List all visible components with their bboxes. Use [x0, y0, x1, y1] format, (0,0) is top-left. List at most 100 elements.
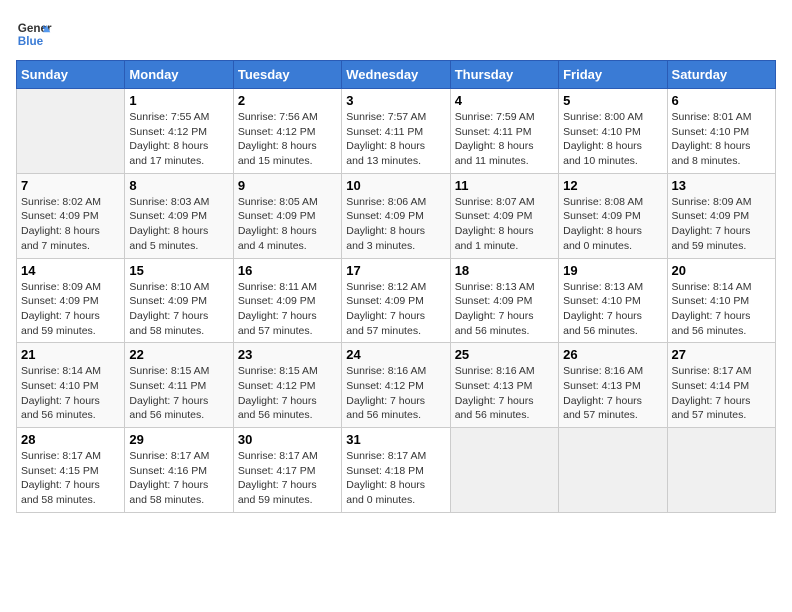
day-info: Sunrise: 8:15 AM Sunset: 4:11 PM Dayligh… — [129, 364, 228, 423]
day-number: 13 — [672, 178, 771, 193]
calendar-cell: 3 Sunrise: 7:57 AM Sunset: 4:11 PM Daylig… — [342, 89, 450, 174]
calendar-cell: 18 Sunrise: 8:13 AM Sunset: 4:09 PM Dayli… — [450, 258, 558, 343]
day-info: Sunrise: 8:14 AM Sunset: 4:10 PM Dayligh… — [21, 364, 120, 423]
day-info: Sunrise: 8:16 AM Sunset: 4:13 PM Dayligh… — [563, 364, 662, 423]
calendar-cell: 7 Sunrise: 8:02 AM Sunset: 4:09 PM Daylig… — [17, 173, 125, 258]
day-info: Sunrise: 8:09 AM Sunset: 4:09 PM Dayligh… — [21, 280, 120, 339]
day-number: 22 — [129, 347, 228, 362]
day-info: Sunrise: 8:03 AM Sunset: 4:09 PM Dayligh… — [129, 195, 228, 254]
week-row-2: 7 Sunrise: 8:02 AM Sunset: 4:09 PM Daylig… — [17, 173, 776, 258]
calendar-cell: 22 Sunrise: 8:15 AM Sunset: 4:11 PM Dayli… — [125, 343, 233, 428]
day-info: Sunrise: 8:13 AM Sunset: 4:10 PM Dayligh… — [563, 280, 662, 339]
calendar-cell: 12Sunrise: 8:08 AM Sunset: 4:09 PM Dayli… — [559, 173, 667, 258]
calendar-cell — [450, 428, 558, 513]
day-number: 9 — [238, 178, 337, 193]
day-number: 27 — [672, 347, 771, 362]
day-info: Sunrise: 8:06 AM Sunset: 4:09 PM Dayligh… — [346, 195, 445, 254]
svg-text:Blue: Blue — [18, 35, 44, 48]
day-info: Sunrise: 8:17 AM Sunset: 4:14 PM Dayligh… — [672, 364, 771, 423]
calendar-cell: 28 Sunrise: 8:17 AM Sunset: 4:15 PM Dayli… — [17, 428, 125, 513]
day-info: Sunrise: 8:09 AM Sunset: 4:09 PM Dayligh… — [672, 195, 771, 254]
column-header-tuesday: Tuesday — [233, 61, 341, 89]
calendar-cell — [17, 89, 125, 174]
column-header-monday: Monday — [125, 61, 233, 89]
day-info: Sunrise: 8:17 AM Sunset: 4:18 PM Dayligh… — [346, 449, 445, 508]
calendar-cell: 16Sunrise: 8:11 AM Sunset: 4:09 PM Dayli… — [233, 258, 341, 343]
calendar-cell: 31 Sunrise: 8:17 AM Sunset: 4:18 PM Dayli… — [342, 428, 450, 513]
calendar-cell: 21 Sunrise: 8:14 AM Sunset: 4:10 PM Dayli… — [17, 343, 125, 428]
day-number: 11 — [455, 178, 554, 193]
week-row-3: 14 Sunrise: 8:09 AM Sunset: 4:09 PM Dayli… — [17, 258, 776, 343]
day-number: 19 — [563, 263, 662, 278]
calendar-cell: 2 Sunrise: 7:56 AM Sunset: 4:12 PM Daylig… — [233, 89, 341, 174]
day-number: 30 — [238, 432, 337, 447]
calendar-cell: 17 Sunrise: 8:12 AM Sunset: 4:09 PM Dayli… — [342, 258, 450, 343]
calendar-cell: 1Sunrise: 7:55 AM Sunset: 4:12 PM Daylig… — [125, 89, 233, 174]
day-number: 6 — [672, 93, 771, 108]
day-info: Sunrise: 8:17 AM Sunset: 4:17 PM Dayligh… — [238, 449, 337, 508]
logo-icon: General Blue — [16, 16, 52, 52]
day-info: Sunrise: 7:57 AM Sunset: 4:11 PM Dayligh… — [346, 110, 445, 169]
week-row-1: 1Sunrise: 7:55 AM Sunset: 4:12 PM Daylig… — [17, 89, 776, 174]
calendar-cell: 11 Sunrise: 8:07 AM Sunset: 4:09 PM Dayli… — [450, 173, 558, 258]
calendar-cell — [667, 428, 775, 513]
column-header-saturday: Saturday — [667, 61, 775, 89]
day-number: 24 — [346, 347, 445, 362]
calendar-cell: 15 Sunrise: 8:10 AM Sunset: 4:09 PM Dayli… — [125, 258, 233, 343]
day-info: Sunrise: 8:10 AM Sunset: 4:09 PM Dayligh… — [129, 280, 228, 339]
day-number: 2 — [238, 93, 337, 108]
calendar-cell: 10 Sunrise: 8:06 AM Sunset: 4:09 PM Dayli… — [342, 173, 450, 258]
calendar-cell: 19 Sunrise: 8:13 AM Sunset: 4:10 PM Dayli… — [559, 258, 667, 343]
day-number: 5 — [563, 93, 662, 108]
day-number: 21 — [21, 347, 120, 362]
calendar-cell: 20Sunrise: 8:14 AM Sunset: 4:10 PM Dayli… — [667, 258, 775, 343]
day-number: 3 — [346, 93, 445, 108]
day-info: Sunrise: 8:08 AM Sunset: 4:09 PM Dayligh… — [563, 195, 662, 254]
day-info: Sunrise: 8:17 AM Sunset: 4:15 PM Dayligh… — [21, 449, 120, 508]
calendar-cell: 26Sunrise: 8:16 AM Sunset: 4:13 PM Dayli… — [559, 343, 667, 428]
day-info: Sunrise: 8:00 AM Sunset: 4:10 PM Dayligh… — [563, 110, 662, 169]
day-number: 29 — [129, 432, 228, 447]
logo: General Blue — [16, 16, 56, 52]
column-header-thursday: Thursday — [450, 61, 558, 89]
day-number: 4 — [455, 93, 554, 108]
day-number: 17 — [346, 263, 445, 278]
day-info: Sunrise: 8:12 AM Sunset: 4:09 PM Dayligh… — [346, 280, 445, 339]
calendar-cell: 25 Sunrise: 8:16 AM Sunset: 4:13 PM Dayli… — [450, 343, 558, 428]
day-info: Sunrise: 8:05 AM Sunset: 4:09 PM Dayligh… — [238, 195, 337, 254]
day-number: 23 — [238, 347, 337, 362]
calendar-table: SundayMondayTuesdayWednesdayThursdayFrid… — [16, 60, 776, 513]
day-info: Sunrise: 8:17 AM Sunset: 4:16 PM Dayligh… — [129, 449, 228, 508]
day-info: Sunrise: 8:02 AM Sunset: 4:09 PM Dayligh… — [21, 195, 120, 254]
day-info: Sunrise: 8:14 AM Sunset: 4:10 PM Dayligh… — [672, 280, 771, 339]
day-number: 28 — [21, 432, 120, 447]
calendar-cell: 29 Sunrise: 8:17 AM Sunset: 4:16 PM Dayli… — [125, 428, 233, 513]
day-info: Sunrise: 8:01 AM Sunset: 4:10 PM Dayligh… — [672, 110, 771, 169]
day-number: 8 — [129, 178, 228, 193]
day-info: Sunrise: 8:11 AM Sunset: 4:09 PM Dayligh… — [238, 280, 337, 339]
day-number: 18 — [455, 263, 554, 278]
calendar-cell: 5 Sunrise: 8:00 AM Sunset: 4:10 PM Daylig… — [559, 89, 667, 174]
column-header-friday: Friday — [559, 61, 667, 89]
day-number: 14 — [21, 263, 120, 278]
day-number: 31 — [346, 432, 445, 447]
calendar-cell — [559, 428, 667, 513]
calendar-cell: 8 Sunrise: 8:03 AM Sunset: 4:09 PM Daylig… — [125, 173, 233, 258]
day-info: Sunrise: 7:55 AM Sunset: 4:12 PM Dayligh… — [129, 110, 228, 169]
calendar-cell: 4Sunrise: 7:59 AM Sunset: 4:11 PM Daylig… — [450, 89, 558, 174]
week-row-5: 28 Sunrise: 8:17 AM Sunset: 4:15 PM Dayli… — [17, 428, 776, 513]
day-number: 25 — [455, 347, 554, 362]
day-info: Sunrise: 8:13 AM Sunset: 4:09 PM Dayligh… — [455, 280, 554, 339]
day-number: 15 — [129, 263, 228, 278]
calendar-cell: 9 Sunrise: 8:05 AM Sunset: 4:09 PM Daylig… — [233, 173, 341, 258]
day-info: Sunrise: 8:07 AM Sunset: 4:09 PM Dayligh… — [455, 195, 554, 254]
day-info: Sunrise: 7:56 AM Sunset: 4:12 PM Dayligh… — [238, 110, 337, 169]
day-number: 7 — [21, 178, 120, 193]
calendar-cell: 14 Sunrise: 8:09 AM Sunset: 4:09 PM Dayli… — [17, 258, 125, 343]
calendar-cell: 6 Sunrise: 8:01 AM Sunset: 4:10 PM Daylig… — [667, 89, 775, 174]
day-info: Sunrise: 8:15 AM Sunset: 4:12 PM Dayligh… — [238, 364, 337, 423]
day-info: Sunrise: 8:16 AM Sunset: 4:13 PM Dayligh… — [455, 364, 554, 423]
day-number: 10 — [346, 178, 445, 193]
week-row-4: 21 Sunrise: 8:14 AM Sunset: 4:10 PM Dayli… — [17, 343, 776, 428]
page-header: General Blue — [16, 16, 776, 52]
